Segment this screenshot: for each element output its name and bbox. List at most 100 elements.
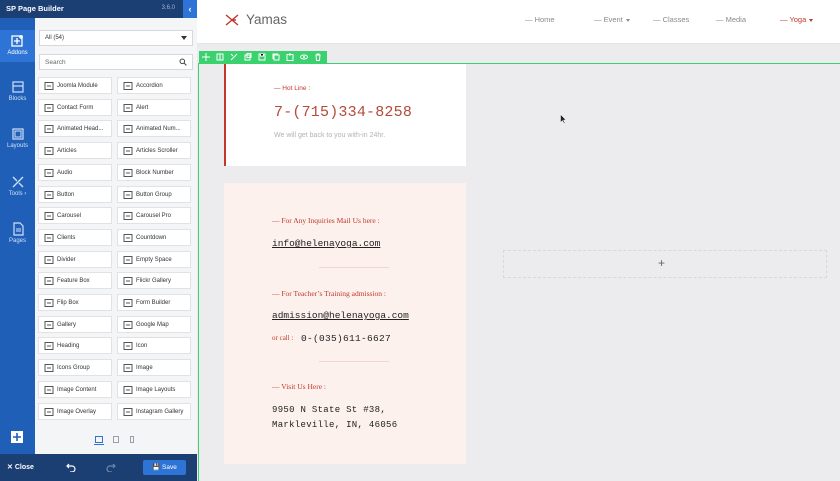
add-addon-button[interactable]: +	[658, 256, 665, 270]
tablet-icon[interactable]	[113, 436, 119, 443]
call-phone: 0-(035)611-6627	[301, 333, 392, 344]
save-label: Save	[162, 464, 177, 471]
address-line-2: Markleville, IN, 46056	[272, 420, 398, 430]
addon-item[interactable]: Joomla Module	[38, 77, 112, 94]
addon-item[interactable]: Flip Box	[38, 294, 112, 311]
nav-home[interactable]: — Home	[525, 15, 555, 24]
desktop-icon[interactable]	[94, 436, 104, 445]
add-icon[interactable]	[10, 430, 24, 444]
addon-item[interactable]: Clients	[38, 228, 112, 246]
rail-layouts[interactable]: Layouts	[0, 127, 35, 149]
addon-item[interactable]: Image Overlay	[38, 402, 112, 420]
countdown-icon	[123, 233, 133, 242]
addon-label: Image Content	[57, 386, 97, 393]
inquiries-email-link[interactable]: info@helenayoga.com	[272, 238, 380, 249]
addon-item[interactable]: Articles Scroller	[117, 142, 191, 160]
addon-label: Heading	[57, 343, 80, 350]
addon-label: Empty Space	[136, 256, 172, 263]
builder-rail: Addons Blocks Layouts Tools › Pages	[0, 0, 35, 481]
scroller-icon	[123, 147, 133, 156]
addon-item[interactable]: Instagram Gallery	[117, 402, 191, 420]
block-number-icon	[123, 168, 133, 177]
trash-icon[interactable]	[314, 53, 322, 61]
addon-item[interactable]: Block Number	[117, 163, 191, 181]
rail-addons[interactable]: Addons	[0, 30, 35, 62]
addon-item[interactable]: Image	[117, 359, 191, 377]
addon-label: Icon	[136, 343, 148, 350]
addon-item[interactable]: Icons Group	[38, 359, 112, 377]
empty-column-dropzone[interactable]: +	[503, 250, 827, 278]
addon-item[interactable]: Carousel	[38, 207, 112, 225]
addon-category-value: All (54)	[45, 35, 65, 41]
addon-item[interactable]: Image Layouts	[117, 380, 191, 398]
addon-item[interactable]: Audio	[38, 163, 112, 181]
duplicate-icon[interactable]	[244, 53, 252, 61]
training-label: — For Teacher’s Training admission :	[272, 289, 386, 298]
addon-label: Animated Head...	[57, 126, 104, 133]
move-icon[interactable]	[202, 53, 210, 61]
rail-layouts-label: Layouts	[6, 143, 28, 149]
addon-item[interactable]: Contact Form	[38, 98, 112, 116]
nav-event[interactable]: — Event	[594, 15, 630, 24]
rail-blocks[interactable]: Blocks	[0, 80, 35, 102]
rail-pages-label: Pages	[8, 238, 26, 244]
addon-item[interactable]: Google Map	[117, 315, 191, 333]
addon-item[interactable]: Articles	[38, 142, 112, 160]
nav-classes[interactable]: — Classes	[653, 15, 689, 24]
addon-search-input[interactable]: Search	[39, 54, 193, 70]
contact-card[interactable]: — For Any Inquiries Mail Us here : info@…	[224, 183, 466, 464]
nav-home-label: — Home	[525, 15, 555, 24]
addon-item[interactable]: Feature Box	[38, 272, 112, 290]
nav-yoga[interactable]: — Yoga	[780, 15, 814, 24]
redo-icon[interactable]	[106, 462, 116, 472]
addon-item[interactable]: Form Builder	[117, 294, 191, 311]
addon-item[interactable]: Animated Num...	[117, 120, 191, 138]
addon-item[interactable]: Gallery	[38, 315, 112, 333]
addon-item[interactable]: Accordion	[117, 77, 191, 94]
save-button[interactable]: 💾 Save	[143, 460, 186, 475]
addon-item[interactable]: Carousel Pro	[117, 207, 191, 225]
addon-item[interactable]: Alert	[117, 98, 191, 116]
addon-label: Divider	[57, 256, 76, 263]
blocks-icon	[11, 81, 24, 93]
addon-item[interactable]: Icon	[117, 337, 191, 355]
site-logo[interactable]: Yamas	[246, 12, 287, 27]
addon-item[interactable]: Animated Head...	[38, 120, 112, 138]
undo-icon[interactable]	[66, 462, 76, 472]
mobile-icon[interactable]	[130, 436, 134, 443]
image-content-icon	[44, 385, 54, 394]
addon-category-select[interactable]: All (54)	[39, 30, 193, 46]
collapse-panel-button[interactable]: ‹	[183, 0, 197, 18]
map-icon	[123, 320, 133, 329]
save-row-icon[interactable]	[258, 53, 266, 61]
module-icon	[44, 82, 54, 90]
divider	[319, 361, 389, 362]
training-email-link[interactable]: admission@helenayoga.com	[272, 310, 409, 321]
addon-item[interactable]: Countdown	[117, 228, 191, 246]
chevron-down-icon	[809, 18, 814, 22]
image-layouts-icon	[123, 385, 133, 394]
settings-icon[interactable]	[230, 53, 238, 61]
addon-item[interactable]: Empty Space	[117, 250, 191, 268]
copy-icon[interactable]	[272, 53, 280, 61]
addon-item[interactable]: Button	[38, 185, 112, 203]
addon-item[interactable]: Heading	[38, 337, 112, 355]
rail-pages[interactable]: Pages	[0, 222, 35, 244]
addon-label: Icons Group	[57, 365, 90, 372]
rail-tools[interactable]: Tools ›	[0, 175, 35, 197]
nav-media[interactable]: — Media	[716, 15, 746, 24]
addon-item[interactable]: Divider	[38, 250, 112, 268]
addon-item[interactable]: Flickr Gallery	[117, 272, 191, 290]
addon-label: Button	[57, 191, 75, 198]
columns-icon[interactable]	[216, 53, 224, 61]
addon-item[interactable]: Button Group	[117, 185, 191, 203]
addon-item[interactable]: Image Content	[38, 380, 112, 398]
instagram-icon	[123, 407, 133, 416]
paste-icon[interactable]	[286, 53, 294, 61]
hotline-card[interactable]: — Hot Line : 7-(715)334-8258 We will get…	[224, 64, 466, 166]
nav-classes-label: — Classes	[653, 15, 690, 24]
visibility-icon[interactable]	[300, 53, 308, 61]
close-button[interactable]: ✕ Close	[7, 463, 34, 471]
heading-icon	[44, 342, 54, 351]
addon-label: Image Layouts	[136, 386, 176, 393]
